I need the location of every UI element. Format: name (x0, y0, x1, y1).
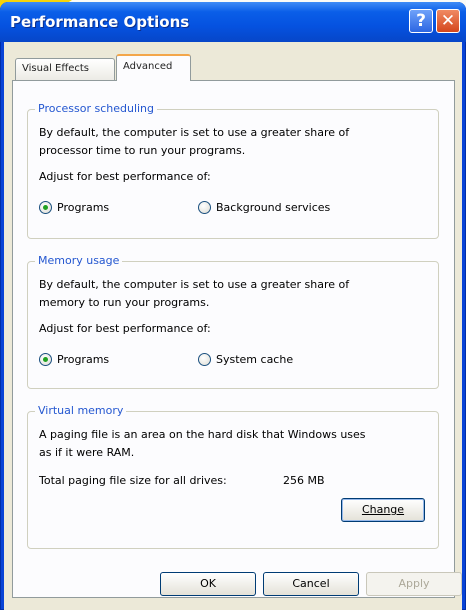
advanced-tab-panel: Processor scheduling By default, the com… (12, 80, 455, 598)
processor-scheduling-description-line-2: processor time to run your programs. (39, 144, 246, 157)
close-icon: ✕ (440, 11, 456, 31)
memory-adjust-label: Adjust for best performance of: (39, 322, 211, 335)
cancel-button-label: Cancel (292, 577, 330, 590)
processor-scheduling-description-line-1: By default, the computer is set to use a… (39, 126, 350, 139)
memory-usage-description-line-1: By default, the computer is set to use a… (39, 278, 350, 291)
memory-programs-label: Programs (57, 353, 110, 366)
memory-usage-description-line-2: memory to run your programs. (39, 296, 210, 309)
title-bar[interactable]: Performance Options ? ✕ (0, 2, 466, 42)
dialog-client-area: Visual Effects Advanced Processor schedu… (4, 42, 462, 610)
memory-system-cache-label: System cache (216, 353, 294, 366)
radio-unselected-icon (198, 353, 211, 366)
paging-file-size-value: 256 MB (283, 474, 325, 487)
window-title: Performance Options (10, 13, 190, 31)
help-icon: ? (416, 11, 426, 31)
apply-button-label: Apply (398, 577, 430, 590)
tab-advanced[interactable]: Advanced (116, 54, 191, 81)
radio-selected-icon (39, 353, 52, 366)
help-button[interactable]: ? (409, 9, 433, 33)
tab-visual-effects[interactable]: Visual Effects (15, 58, 115, 80)
change-button-label: Change (361, 503, 405, 516)
paging-file-size-label: Total paging file size for all drives: (39, 474, 227, 487)
performance-options-dialog: Performance Options ? ✕ Visual Effects A… (0, 2, 466, 610)
radio-selected-icon (39, 201, 52, 214)
processor-scheduling-title: Processor scheduling (35, 102, 158, 115)
radio-unselected-icon (198, 201, 211, 214)
ok-button[interactable]: OK (160, 572, 256, 596)
apply-button[interactable]: Apply (366, 572, 462, 596)
processor-adjust-label: Adjust for best performance of: (39, 170, 211, 183)
tab-advanced-label: Advanced (123, 61, 173, 72)
processor-scheduling-group: Processor scheduling By default, the com… (27, 102, 439, 239)
cancel-button[interactable]: Cancel (263, 572, 359, 596)
close-button[interactable]: ✕ (436, 9, 460, 33)
change-button[interactable]: Change (341, 498, 425, 522)
virtual-memory-title: Virtual memory (35, 404, 127, 417)
virtual-memory-description-line-2: as if it were RAM. (39, 446, 135, 459)
virtual-memory-group: Virtual memory A paging file is an area … (27, 404, 439, 549)
memory-usage-title: Memory usage (35, 254, 123, 267)
processor-background-services-label: Background services (216, 201, 331, 214)
processor-programs-label: Programs (57, 201, 110, 214)
virtual-memory-description-line-1: A paging file is an area on the hard dis… (39, 428, 366, 441)
memory-usage-group: Memory usage By default, the computer is… (27, 254, 439, 389)
ok-button-label: OK (200, 577, 216, 590)
tab-visual-effects-label: Visual Effects (22, 63, 90, 74)
